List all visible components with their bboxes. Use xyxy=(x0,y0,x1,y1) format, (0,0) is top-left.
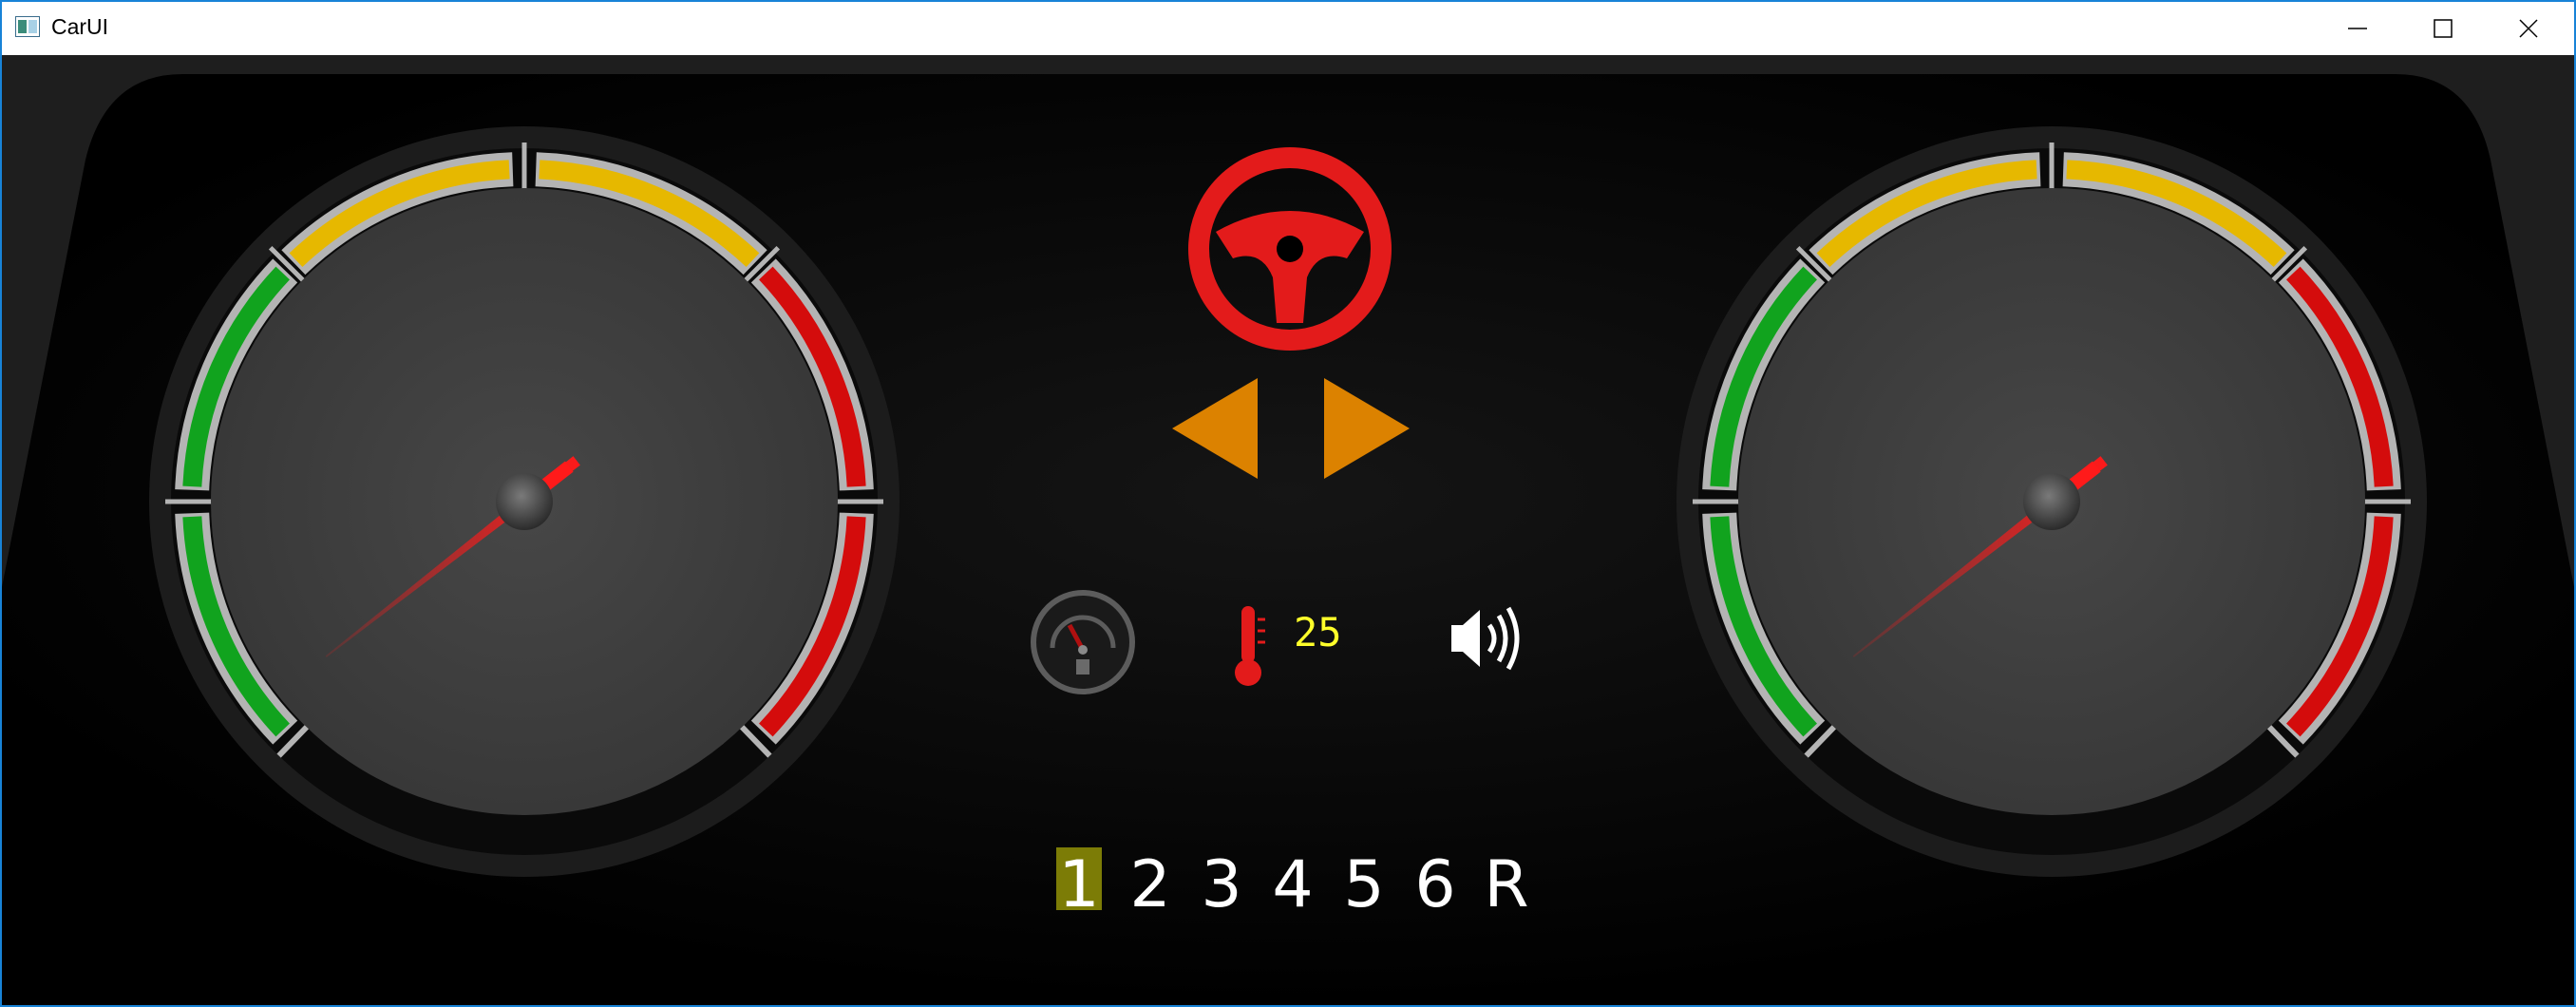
app-window: CarUI 25 1 2 3 4 5 6 R xyxy=(0,0,2576,1007)
close-icon xyxy=(2519,19,2538,38)
app-icon xyxy=(15,16,40,37)
minimize-button[interactable] xyxy=(2314,2,2401,55)
maximize-icon xyxy=(2434,19,2453,38)
right-gauge xyxy=(1676,126,2427,877)
gear-5[interactable]: 5 xyxy=(1343,847,1384,922)
title-bar[interactable]: CarUI xyxy=(2,2,2574,55)
gauge-hub xyxy=(496,473,553,530)
dashboard-canvas: 25 123456R xyxy=(2,74,2574,1005)
window-title: CarUI xyxy=(51,14,109,39)
gear-6[interactable]: 6 xyxy=(1414,847,1455,922)
gear-r[interactable]: R xyxy=(1484,847,1528,922)
temperature-value: 25 xyxy=(1294,609,1342,656)
gear-4[interactable]: 4 xyxy=(1272,847,1313,922)
gauge-hub xyxy=(2023,473,2080,530)
fuel-gauge-icon xyxy=(1031,590,1135,694)
dashboard: 25 123456R xyxy=(2,55,2574,1005)
gear-1[interactable]: 1 xyxy=(1058,847,1099,922)
maximize-button[interactable] xyxy=(2399,2,2487,55)
minimize-icon xyxy=(2348,28,2367,29)
left-gauge xyxy=(149,126,900,877)
gear-3[interactable]: 3 xyxy=(1201,847,1241,922)
close-button[interactable] xyxy=(2485,2,2572,55)
gear-2[interactable]: 2 xyxy=(1129,847,1170,922)
